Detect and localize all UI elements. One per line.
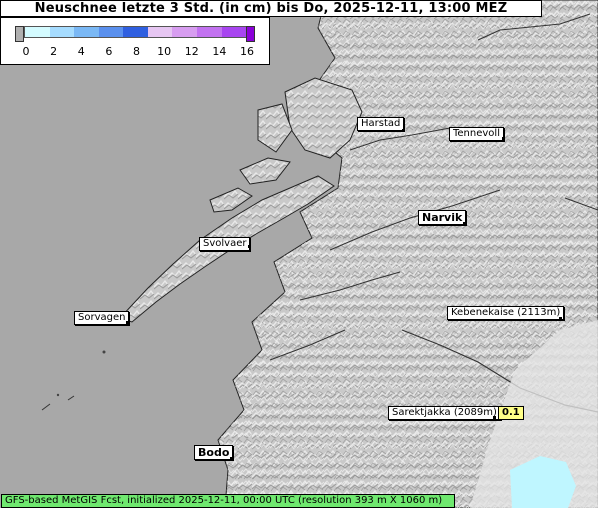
legend-swatch	[147, 27, 173, 37]
legend-tick-label: 2	[50, 45, 58, 58]
snow-value-sarektjakka: 0.1	[498, 406, 524, 420]
legend-swatch	[172, 27, 197, 37]
legend-swatch	[196, 27, 222, 37]
place-tennevoll-marker	[502, 137, 505, 140]
place-kebenekaise: Kebenekaise (2113m)	[447, 306, 565, 320]
place-svolvaer: Svolvaer	[199, 237, 251, 251]
place-bodo-marker	[230, 457, 233, 460]
legend-above-swatch	[246, 26, 255, 42]
place-narvik: Narvik	[418, 210, 467, 225]
terrain-map	[0, 0, 598, 508]
legend-tick-label: 6	[105, 45, 113, 58]
legend-tick-label: 14	[212, 45, 227, 58]
place-sarektjakka: Sarektjakka (2089m)	[388, 406, 501, 420]
place-bodo: Bodo	[194, 445, 234, 460]
legend-tick-label: 8	[133, 45, 140, 58]
place-narvik-marker	[463, 222, 466, 225]
legend-color-bar	[24, 26, 247, 38]
legend-swatch	[49, 27, 75, 37]
legend-tick-label: 12	[184, 45, 199, 58]
map-title: Neuschnee letzte 3 Std. (in cm) bis Do, …	[0, 0, 542, 17]
legend: 0 2 4 6 8 10 12 14 16	[0, 17, 270, 65]
forecast-footer: GFS-based MetGIS Fcst, initialized 2025-…	[1, 494, 455, 508]
legend-tick-label: 16	[240, 45, 254, 58]
legend-swatch	[25, 27, 50, 37]
place-sarektjakka-marker	[493, 416, 496, 419]
legend-tick-label: 4	[77, 45, 85, 58]
place-tennevoll: Tennevoll	[449, 127, 504, 141]
place-kebenekaise-marker	[559, 317, 562, 320]
place-harstad-marker	[402, 129, 405, 132]
legend-tick-label: 10	[157, 45, 172, 58]
place-harstad: Harstad	[357, 117, 405, 131]
place-svolvaer-marker	[248, 245, 251, 248]
legend-swatch	[123, 27, 148, 37]
legend-tick-label: 0	[22, 45, 30, 58]
place-sorvagen-marker	[126, 321, 129, 324]
legend-swatch	[221, 27, 247, 37]
legend-swatch	[74, 27, 99, 37]
place-sorvagen: Sorvagen	[74, 311, 130, 325]
legend-swatch	[98, 27, 124, 37]
legend-below-swatch	[15, 26, 24, 42]
